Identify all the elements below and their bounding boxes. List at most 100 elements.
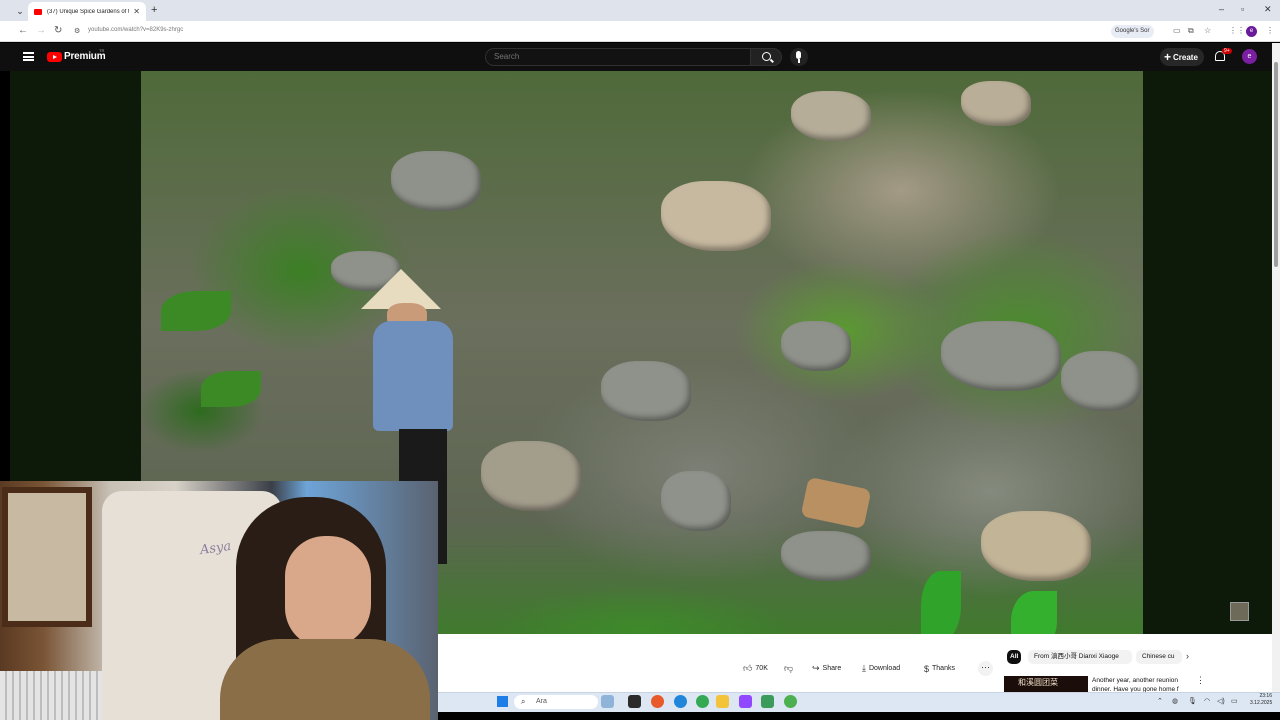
webcam-radiator	[0, 671, 104, 720]
youtube-logo-icon[interactable]	[47, 52, 62, 62]
volume-icon[interactable]: ◁)	[1217, 697, 1225, 705]
clock-time: 23:16	[1259, 693, 1272, 699]
bookmark-star-icon[interactable]: ☆	[1204, 26, 1211, 35]
video-rock	[481, 441, 581, 511]
chrome-menu-icon[interactable]: ⋮	[1266, 26, 1274, 35]
search-box[interactable]	[485, 48, 751, 66]
chip-chinese-cuisine[interactable]: Chinese cu	[1136, 650, 1182, 664]
dislike-button[interactable]: 👎︎	[784, 661, 793, 676]
video-rock	[601, 361, 691, 421]
extensions-icon[interactable]: ⋮⋮	[1229, 26, 1245, 35]
taskbar-search[interactable]: ⌕ Ara	[514, 695, 598, 709]
tray-app-icon[interactable]: ◍	[1172, 697, 1178, 705]
download-icon: ⤓	[862, 663, 866, 673]
video-leaf	[161, 291, 231, 331]
clock-date: 3.12.2025	[1250, 700, 1273, 706]
taskbar-search-icon: ⌕	[521, 697, 526, 706]
chevron-right-icon[interactable]: ›	[1186, 651, 1189, 661]
chip-all[interactable]: All	[1007, 650, 1021, 664]
webcam-person-face	[285, 536, 371, 648]
recommended-title[interactable]: Another year, another reunion dinner. Ha…	[1092, 676, 1188, 692]
forward-icon[interactable]: →	[36, 25, 46, 36]
video-rock	[661, 181, 771, 251]
chrome-icon[interactable]	[696, 695, 709, 708]
webcam-window	[2, 487, 92, 627]
thanks-button[interactable]: $ Thanks	[924, 661, 955, 676]
reload-icon[interactable]: ↻	[54, 25, 62, 36]
dislike-icon: 👎︎	[784, 663, 794, 673]
search-icon	[762, 52, 771, 61]
like-button[interactable]: 👍︎ 70K	[743, 661, 768, 676]
url-field[interactable]: youtube.com/watch?v=82K9s-zhrgc	[88, 27, 183, 33]
download-button[interactable]: ⤓ Download	[862, 661, 900, 676]
translate-icon[interactable]: ⧉	[1188, 26, 1194, 36]
video-person-body	[373, 321, 453, 431]
page-scrollbar-thumb[interactable]	[1274, 62, 1278, 267]
minimize-icon[interactable]: –	[1219, 4, 1224, 14]
close-window-icon[interactable]: ✕	[1264, 4, 1272, 15]
more-actions-button[interactable]: ···	[978, 661, 993, 676]
youtube-header: Premium TR +Create 9+	[0, 43, 1280, 71]
recommended-thumb-text: 和溪圆团菜	[1018, 678, 1058, 687]
google-search-chip[interactable]: Google's Sor	[1111, 25, 1154, 38]
video-rock	[981, 511, 1091, 581]
tab-search-icon[interactable]: ⌄	[14, 5, 26, 17]
like-icon: 👍︎	[743, 663, 753, 673]
windows-start-icon[interactable]	[497, 696, 508, 707]
video-rock	[1061, 351, 1141, 411]
browser-profile-avatar[interactable]: e	[1246, 26, 1257, 37]
country-code: TR	[99, 48, 105, 53]
chip-from-channel[interactable]: From 滇西小哥 Dianxi Xiaoge	[1028, 650, 1132, 664]
video-rock	[391, 151, 481, 211]
tab-close-icon[interactable]: ✕	[133, 7, 140, 16]
download-label: Download	[868, 665, 901, 672]
site-info-icon[interactable]: ⚙	[74, 27, 80, 35]
thanks-icon: $	[924, 663, 930, 674]
webcam-person-sweater	[220, 639, 430, 720]
file-explorer-icon[interactable]	[716, 695, 729, 708]
screen: ⌄ (37) Unique Spice Gardens of t ✕ + – ▫…	[0, 0, 1280, 720]
mic-icon[interactable]	[790, 48, 808, 66]
video-leaf	[201, 371, 261, 407]
taskbar-clock[interactable]: 23:16 3.12.2025	[1250, 693, 1272, 707]
new-tab-button[interactable]: +	[151, 4, 157, 16]
browser-tab-bar: ⌄ (37) Unique Spice Gardens of t ✕ + – ▫…	[0, 0, 1280, 21]
video-rock	[661, 471, 731, 531]
hamburger-icon[interactable]	[23, 52, 34, 61]
tray-mic-icon[interactable]: 🎙︎	[1188, 697, 1197, 705]
video-leaf	[1011, 591, 1057, 634]
share-button[interactable]: ↪ Share	[812, 661, 841, 676]
app-icon[interactable]	[761, 695, 774, 708]
notification-badge: 9+	[1222, 48, 1232, 54]
video-end-thumbnail[interactable]	[1230, 602, 1249, 621]
search-button[interactable]	[750, 48, 782, 66]
recommended-thumbnail[interactable]: 和溪圆团菜	[1004, 676, 1088, 692]
terminal-app-icon[interactable]	[628, 695, 641, 708]
cast-icon[interactable]: ▭	[1173, 26, 1181, 35]
browser-tab-active[interactable]: (37) Unique Spice Gardens of t ✕	[28, 2, 146, 21]
wifi-icon[interactable]: ◠	[1204, 697, 1210, 705]
chrome-active-icon[interactable]	[784, 695, 797, 708]
task-view-icon[interactable]	[601, 695, 614, 708]
tray-chevron-icon[interactable]: ⌃	[1157, 697, 1163, 705]
app-icon[interactable]	[651, 695, 664, 708]
maximize-icon[interactable]: ▫	[1241, 4, 1244, 14]
video-rock	[941, 321, 1061, 391]
video-bamboo-pot	[800, 476, 872, 530]
plus-icon: +	[1164, 50, 1172, 64]
video-rock	[961, 81, 1031, 126]
share-icon: ↪	[812, 663, 820, 673]
back-icon[interactable]: ←	[18, 25, 28, 36]
edge-browser-icon[interactable]	[674, 695, 687, 708]
thanks-label: Thanks	[932, 665, 955, 672]
battery-icon[interactable]: ▭	[1231, 697, 1238, 705]
recommended-menu-icon[interactable]: ⋮	[1196, 675, 1205, 686]
tab-title: (37) Unique Spice Gardens of t	[47, 8, 130, 15]
share-label: Share	[822, 665, 842, 672]
create-label: Create	[1173, 53, 1198, 62]
video-leaf	[921, 571, 961, 634]
search-input[interactable]	[494, 52, 734, 61]
twitch-icon[interactable]	[739, 695, 752, 708]
avatar[interactable]: e	[1242, 49, 1257, 64]
create-button[interactable]: + Create	[1160, 48, 1204, 66]
